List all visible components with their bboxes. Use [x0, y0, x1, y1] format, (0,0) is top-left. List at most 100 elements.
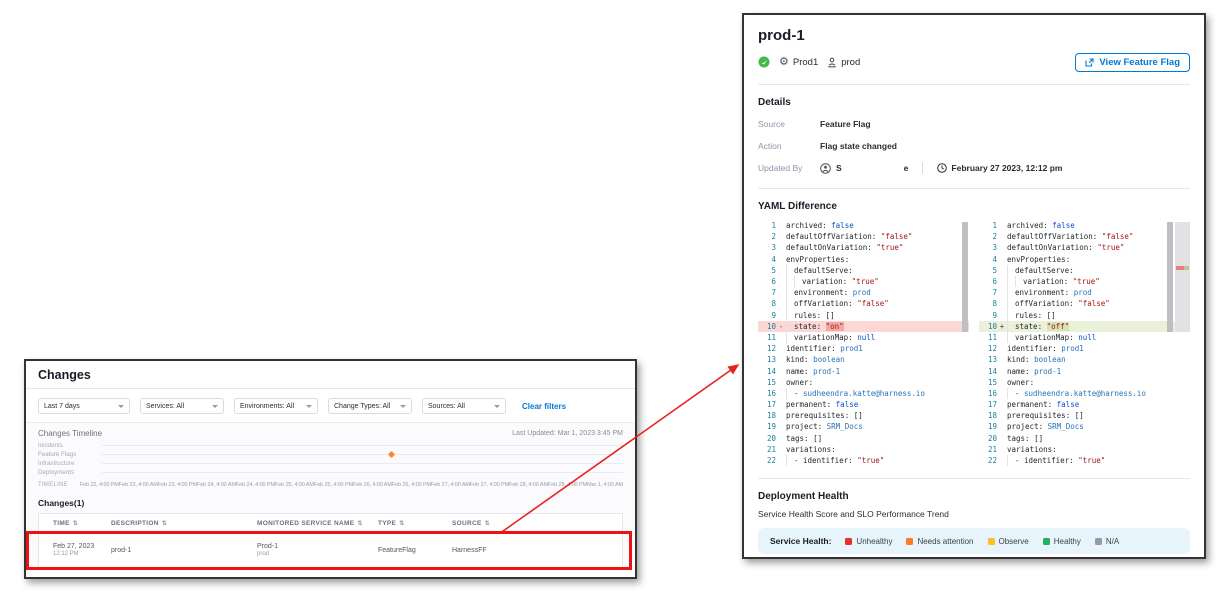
- timeline-row-line: [102, 463, 623, 464]
- chevron-down-icon: [212, 405, 218, 408]
- yaml-line-13: 13kind: boolean: [758, 354, 969, 365]
- table-header-row: TIME⇅DESCRIPTION⇅MONITORED SERVICE NAME⇅…: [39, 514, 622, 534]
- timeline-heading: Changes Timeline: [38, 429, 102, 438]
- last-updated-text: Last Updated: Mar 1, 2023 3:45 PM: [512, 430, 623, 437]
- timeline-tick: Feb 23, 4:00 PM: [158, 482, 197, 488]
- updated-by-name-end: e: [904, 163, 909, 173]
- yaml-token: prerequisites:: [1007, 411, 1075, 420]
- yaml-line-16: 16- sudheendra.katte@harness.io: [758, 388, 969, 399]
- sort-icon[interactable]: ⇅: [399, 520, 404, 527]
- yaml-token: defaultServe:: [794, 266, 853, 275]
- yaml-token: owner:: [786, 378, 813, 387]
- line-number: 2: [758, 232, 776, 241]
- yaml-line-21: 21variations:: [758, 444, 969, 455]
- legend-item-healthy: Healthy: [1043, 537, 1081, 546]
- scrollbar-thumb-right[interactable]: [1167, 222, 1173, 332]
- column-header-time[interactable]: TIME⇅: [39, 520, 111, 527]
- indent-guide: [1007, 276, 1015, 287]
- scrollbar-thumb-left[interactable]: [962, 222, 968, 332]
- yaml-token: defaultOffVariation:: [1007, 232, 1102, 241]
- yaml-line-22: 22- identifier: "true": [979, 455, 1190, 466]
- line-number: 10: [979, 322, 997, 331]
- yaml-token: environment:: [794, 288, 853, 297]
- yaml-token: project:: [786, 422, 827, 431]
- timeline-row-label: Incidents: [38, 442, 102, 449]
- yaml-line-6: 6variation: "true": [979, 276, 1190, 287]
- source-label: Source: [758, 119, 820, 129]
- cell-line-1: Prod-1: [257, 543, 278, 550]
- filter-dropdown-2[interactable]: Environments: All: [234, 398, 318, 414]
- yaml-token: "true": [1078, 456, 1105, 465]
- yaml-line-4: 4envProperties:: [979, 254, 1190, 265]
- yaml-token: defaultOnVariation:: [1007, 243, 1097, 252]
- table-cell: FeatureFlag: [378, 547, 452, 554]
- filter-dropdown-3[interactable]: Change Types: All: [328, 398, 412, 414]
- line-number: 20: [758, 434, 776, 443]
- timeline-rows: IncidentsFeature FlagsInfrastructureDepl…: [26, 441, 635, 477]
- sort-icon[interactable]: ⇅: [73, 520, 78, 527]
- yaml-token: variationMap:: [1015, 333, 1078, 342]
- column-header-label: MONITORED SERVICE NAME: [257, 520, 354, 527]
- column-header-label: SOURCE: [452, 520, 482, 527]
- column-header-type[interactable]: TYPE⇅: [378, 520, 452, 527]
- column-header-monitored-service-name[interactable]: MONITORED SERVICE NAME⇅: [257, 520, 378, 527]
- sort-icon[interactable]: ⇅: [485, 520, 490, 527]
- clock-icon: [937, 163, 947, 173]
- detail-window: prod-1 ⚙ Prod1 prod: [742, 13, 1206, 559]
- line-number: 17: [758, 400, 776, 409]
- filter-dropdown-1[interactable]: Services: All: [140, 398, 224, 414]
- change-event-marker[interactable]: [388, 451, 395, 458]
- line-number: 12: [758, 344, 776, 353]
- diff-ruler-removed-mark: [1176, 266, 1184, 270]
- line-number: 1: [758, 221, 776, 230]
- filter-dropdown-4[interactable]: Sources: All: [422, 398, 506, 414]
- yaml-line-7: 7environment: prod: [758, 287, 969, 298]
- yaml-token: kind:: [1007, 355, 1034, 364]
- sort-icon[interactable]: ⇅: [162, 520, 167, 527]
- yaml-token: []: [826, 311, 835, 320]
- yaml-line-8: 8offVariation: "false": [758, 298, 969, 309]
- indent-guide: [786, 321, 794, 332]
- line-number: 3: [979, 243, 997, 252]
- yaml-token: "true": [852, 277, 879, 286]
- cell-line-1: Feb 27, 2023: [53, 543, 94, 550]
- line-number: 17: [979, 400, 997, 409]
- indent-guide: [786, 388, 794, 399]
- column-header-label: TYPE: [378, 520, 396, 527]
- yaml-token: permanent:: [1007, 400, 1057, 409]
- yaml-line-12: 12identifier: prod1: [758, 343, 969, 354]
- table-row[interactable]: Feb 27, 202312:12 PMprod-1Prod-1prodFeat…: [39, 534, 622, 566]
- sort-icon[interactable]: ⇅: [357, 520, 362, 527]
- cell-line-2: prod: [257, 551, 378, 557]
- timeline-ticks: Feb 22, 4:00 PMFeb 23, 4:00 AMFeb 23, 4:…: [80, 482, 623, 488]
- yaml-token: project:: [1007, 422, 1048, 431]
- yaml-line-22: 22- identifier: "true": [758, 455, 969, 466]
- yaml-token: -: [794, 456, 803, 465]
- clear-filters-link[interactable]: Clear filters: [522, 402, 566, 411]
- indent-guide: [786, 298, 794, 309]
- legend-item-needs-attention: Needs attention: [906, 537, 973, 546]
- filter-dropdown-label: Environments: All: [240, 403, 294, 410]
- column-header-source[interactable]: SOURCE⇅: [452, 520, 622, 527]
- filter-dropdown-0[interactable]: Last 7 days: [38, 398, 130, 414]
- view-feature-flag-button[interactable]: View Feature Flag: [1075, 53, 1190, 72]
- yaml-token: kind:: [786, 355, 813, 364]
- chevron-down-icon: [118, 405, 124, 408]
- line-number: 15: [758, 378, 776, 387]
- changes-count: Changes(1): [26, 490, 635, 513]
- column-header-description[interactable]: DESCRIPTION⇅: [111, 520, 257, 527]
- indent-guide: [1007, 298, 1015, 309]
- environment-chip: prod: [827, 57, 860, 68]
- line-number: 7: [979, 288, 997, 297]
- line-number: 18: [979, 411, 997, 420]
- timeline-axis: TIMELINE Feb 22, 4:00 PMFeb 23, 4:00 AMF…: [26, 477, 635, 490]
- yaml-line-4: 4envProperties:: [758, 254, 969, 265]
- line-number: 14: [758, 367, 776, 376]
- yaml-token: prod-1: [1034, 367, 1061, 376]
- indent-guide: [786, 332, 794, 343]
- yaml-token: defaultServe:: [1015, 266, 1074, 275]
- yaml-token: boolean: [1034, 355, 1066, 364]
- gear-icon: ⚙: [779, 57, 789, 68]
- yaml-token: state:: [1015, 322, 1047, 331]
- diff-mark: +: [997, 322, 1007, 331]
